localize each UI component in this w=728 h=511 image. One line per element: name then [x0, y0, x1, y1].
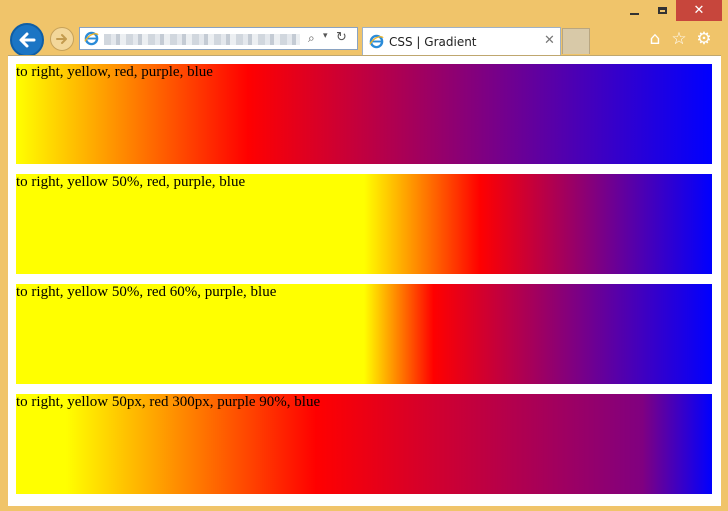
settings-icon[interactable]: ⚙	[694, 29, 714, 49]
gradient-box-1: to right, yellow, red, purple, blue	[16, 64, 712, 164]
address-bar[interactable]: ⌕ ▾ ↻	[79, 27, 358, 50]
gradient-label-4: to right, yellow 50px, red 300px, purple…	[16, 394, 321, 410]
back-button[interactable]	[10, 23, 44, 57]
gradient-box-3: to right, yellow 50%, red 60%, purple, b…	[16, 284, 712, 384]
browser-window: ✕ ⌕ ▾ ↻ CSS | Gradient ✕ ⌂ ☆ ⚙ to right,…	[0, 0, 728, 511]
ie-icon	[84, 31, 99, 46]
gradient-label-2: to right, yellow 50%, red, purple, blue	[16, 174, 246, 190]
gradient-box-4: to right, yellow 50px, red 300px, purple…	[16, 394, 712, 494]
url-text-blurred[interactable]	[104, 34, 300, 45]
forward-button[interactable]	[50, 27, 74, 51]
tab-title: CSS | Gradient	[389, 35, 477, 49]
close-tab-icon[interactable]: ✕	[544, 33, 555, 48]
ie-icon	[369, 34, 384, 49]
gradient-box-2: to right, yellow 50%, red, purple, blue	[16, 174, 712, 274]
tab-css-gradient[interactable]: CSS | Gradient ✕	[362, 27, 561, 55]
maximize-icon	[657, 7, 667, 14]
chevron-down-icon[interactable]: ▾	[323, 31, 331, 46]
favorites-icon[interactable]: ☆	[669, 29, 689, 49]
close-icon: ✕	[693, 3, 705, 18]
search-icon[interactable]: ⌕	[308, 31, 322, 46]
home-icon[interactable]: ⌂	[645, 29, 665, 49]
page-content: to right, yellow, red, purple, blue to r…	[8, 55, 721, 506]
maximize-button[interactable]	[648, 0, 676, 21]
gradient-label-1: to right, yellow, red, purple, blue	[16, 64, 213, 80]
minimize-button[interactable]	[620, 0, 648, 21]
forward-arrow-icon	[56, 34, 67, 44]
refresh-icon[interactable]: ↻	[336, 30, 351, 46]
new-tab-button[interactable]	[562, 28, 590, 54]
back-arrow-icon	[19, 32, 36, 48]
gradient-label-3: to right, yellow 50%, red 60%, purple, b…	[16, 284, 277, 300]
minimize-icon	[629, 12, 639, 15]
close-window-button[interactable]: ✕	[676, 0, 722, 21]
